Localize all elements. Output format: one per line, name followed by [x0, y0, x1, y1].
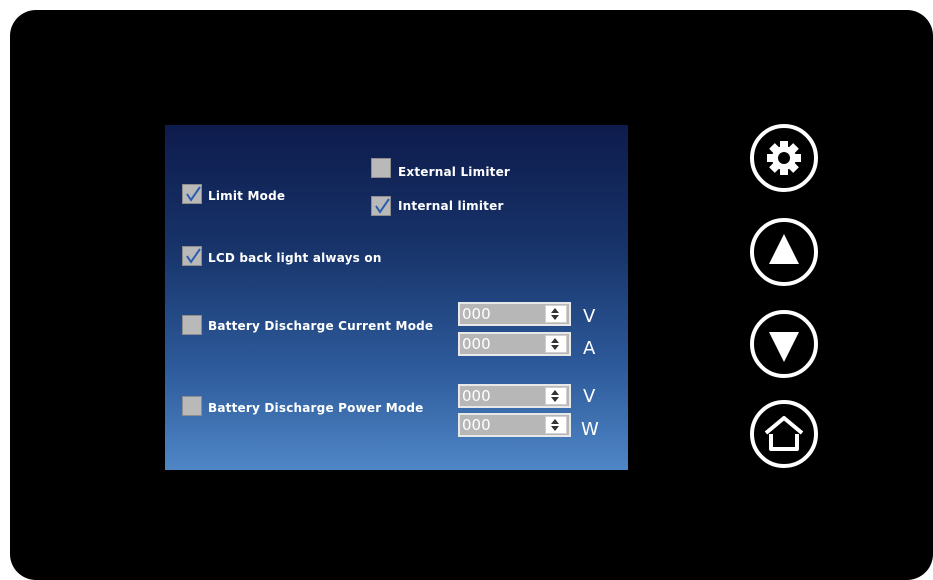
current-mode-checkbox[interactable] [182, 315, 202, 335]
current-mode-voltage-unit: V [583, 306, 596, 327]
triangle-up-icon [769, 234, 799, 264]
internal-limiter-label: Internal limiter [398, 199, 504, 213]
external-limiter-label: External Limiter [398, 165, 511, 179]
stepper-down-icon[interactable] [551, 315, 559, 320]
external-limiter-checkbox[interactable] [371, 158, 391, 178]
power-mode-voltage-value: 000 [462, 387, 491, 405]
stepper-arrows[interactable] [545, 387, 567, 405]
stepper-arrows[interactable] [545, 305, 567, 323]
power-mode-power-unit: W [581, 419, 599, 440]
power-mode-label: Battery Discharge Power Mode [208, 401, 424, 415]
stepper-up-icon[interactable] [551, 308, 559, 313]
lcd-backlight-checkbox[interactable] [182, 246, 202, 266]
current-mode-current-value: 000 [462, 335, 491, 353]
stepper-up-icon[interactable] [551, 390, 559, 395]
down-button[interactable] [750, 310, 818, 378]
up-button[interactable] [750, 218, 818, 286]
lcd-backlight-label: LCD back light always on [208, 251, 382, 265]
stepper-down-icon[interactable] [551, 426, 559, 431]
current-mode-voltage-stepper[interactable]: 000 [458, 302, 571, 326]
current-mode-current-unit: A [583, 338, 596, 359]
current-mode-label: Battery Discharge Current Mode [208, 319, 434, 333]
checkmark-icon [186, 186, 201, 202]
stepper-down-icon[interactable] [551, 397, 559, 402]
power-mode-checkbox[interactable] [182, 396, 202, 416]
home-button[interactable] [750, 400, 818, 468]
gear-icon [767, 141, 801, 175]
internal-limiter-checkbox[interactable] [371, 196, 391, 216]
current-mode-current-stepper[interactable]: 000 [458, 332, 571, 356]
limit-mode-checkbox[interactable] [182, 184, 202, 204]
stepper-up-icon[interactable] [551, 419, 559, 424]
settings-button[interactable] [750, 124, 818, 192]
current-mode-voltage-value: 000 [462, 305, 491, 323]
checkmark-icon [186, 248, 201, 264]
triangle-down-icon [769, 332, 799, 362]
lcd-screen: External Limiter Limit Mode Internal lim… [165, 125, 628, 470]
checkmark-icon [375, 198, 390, 214]
limit-mode-label: Limit Mode [208, 189, 286, 203]
stepper-down-icon[interactable] [551, 345, 559, 350]
stepper-arrows[interactable] [545, 335, 567, 353]
home-icon [764, 416, 804, 451]
power-mode-voltage-unit: V [583, 386, 596, 407]
stepper-arrows[interactable] [545, 416, 567, 434]
power-mode-voltage-stepper[interactable]: 000 [458, 384, 571, 408]
power-mode-power-stepper[interactable]: 000 [458, 413, 571, 437]
power-mode-power-value: 000 [462, 416, 491, 434]
stepper-up-icon[interactable] [551, 338, 559, 343]
